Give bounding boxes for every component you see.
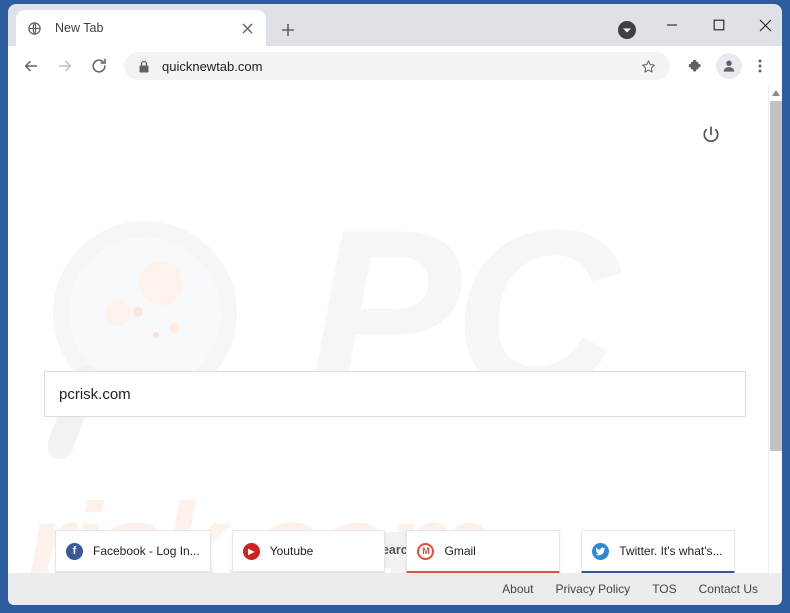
shortcut-label: Youtube bbox=[269, 544, 314, 558]
shortcut-tiles: f Facebook - Log In... ▶ Youtube M Gmail bbox=[55, 530, 735, 573]
puzzle-piece-icon[interactable] bbox=[682, 52, 710, 80]
search-input[interactable] bbox=[44, 371, 746, 417]
footer-link-contact-us[interactable]: Contact Us bbox=[699, 582, 758, 596]
three-dot-menu-icon[interactable] bbox=[746, 52, 774, 80]
globe-icon bbox=[26, 20, 43, 37]
tab-strip: New Tab bbox=[8, 4, 782, 46]
page-scrollbar[interactable] bbox=[768, 86, 782, 573]
shortcut-label: Facebook - Log In... bbox=[93, 544, 200, 558]
minimize-button[interactable] bbox=[648, 8, 695, 42]
tab-title: New Tab bbox=[55, 21, 104, 35]
address-bar[interactable]: quicknewtab.com bbox=[124, 52, 670, 80]
browser-window: New Tab quicknewtab.com PC risk.com pcri… bbox=[0, 0, 790, 613]
scrollbar-thumb[interactable] bbox=[770, 101, 782, 451]
shortcut-tile-youtube[interactable]: ▶ Youtube bbox=[231, 530, 386, 573]
star-icon[interactable] bbox=[638, 56, 658, 76]
close-icon[interactable] bbox=[238, 19, 256, 37]
back-arrow-icon[interactable] bbox=[16, 51, 46, 81]
youtube-icon: ▶ bbox=[242, 542, 260, 560]
new-tab-page: PC risk.com Search f Facebook - Log In..… bbox=[8, 86, 768, 573]
twitter-icon bbox=[592, 542, 610, 560]
scroll-up-arrow-icon[interactable] bbox=[769, 86, 782, 100]
footer-link-privacy-policy[interactable]: Privacy Policy bbox=[556, 582, 631, 596]
url-text: quicknewtab.com bbox=[162, 58, 263, 74]
footer-link-about[interactable]: About bbox=[502, 582, 533, 596]
lock-icon bbox=[136, 58, 152, 74]
page-footer: About Privacy Policy TOS Contact Us bbox=[8, 573, 782, 605]
facebook-icon: f bbox=[66, 542, 83, 560]
shortcut-tile-twitter[interactable]: Twitter. It's what's... bbox=[581, 530, 735, 573]
close-window-button[interactable] bbox=[742, 8, 789, 42]
window-controls bbox=[648, 8, 790, 42]
shortcut-label: Twitter. It's what's... bbox=[619, 544, 723, 558]
browser-toolbar: quicknewtab.com bbox=[8, 46, 782, 86]
footer-link-tos[interactable]: TOS bbox=[652, 582, 676, 596]
shortcut-label: Gmail bbox=[444, 544, 476, 558]
shortcut-tile-facebook[interactable]: f Facebook - Log In... bbox=[55, 530, 211, 573]
gmail-icon: M bbox=[417, 542, 435, 560]
chevron-down-circle-icon[interactable] bbox=[615, 18, 639, 42]
browser-tab[interactable]: New Tab bbox=[16, 10, 266, 46]
new-tab-button[interactable] bbox=[276, 18, 300, 42]
shortcut-tile-gmail[interactable]: M Gmail bbox=[406, 530, 561, 573]
power-icon[interactable] bbox=[698, 122, 724, 148]
magnifier-watermark-icon bbox=[48, 216, 258, 466]
maximize-button[interactable] bbox=[695, 8, 742, 42]
reload-icon[interactable] bbox=[84, 51, 114, 81]
page-viewport: PC risk.com Search f Facebook - Log In..… bbox=[8, 86, 782, 573]
forward-arrow-icon bbox=[50, 51, 80, 81]
person-avatar-icon[interactable] bbox=[716, 53, 742, 79]
